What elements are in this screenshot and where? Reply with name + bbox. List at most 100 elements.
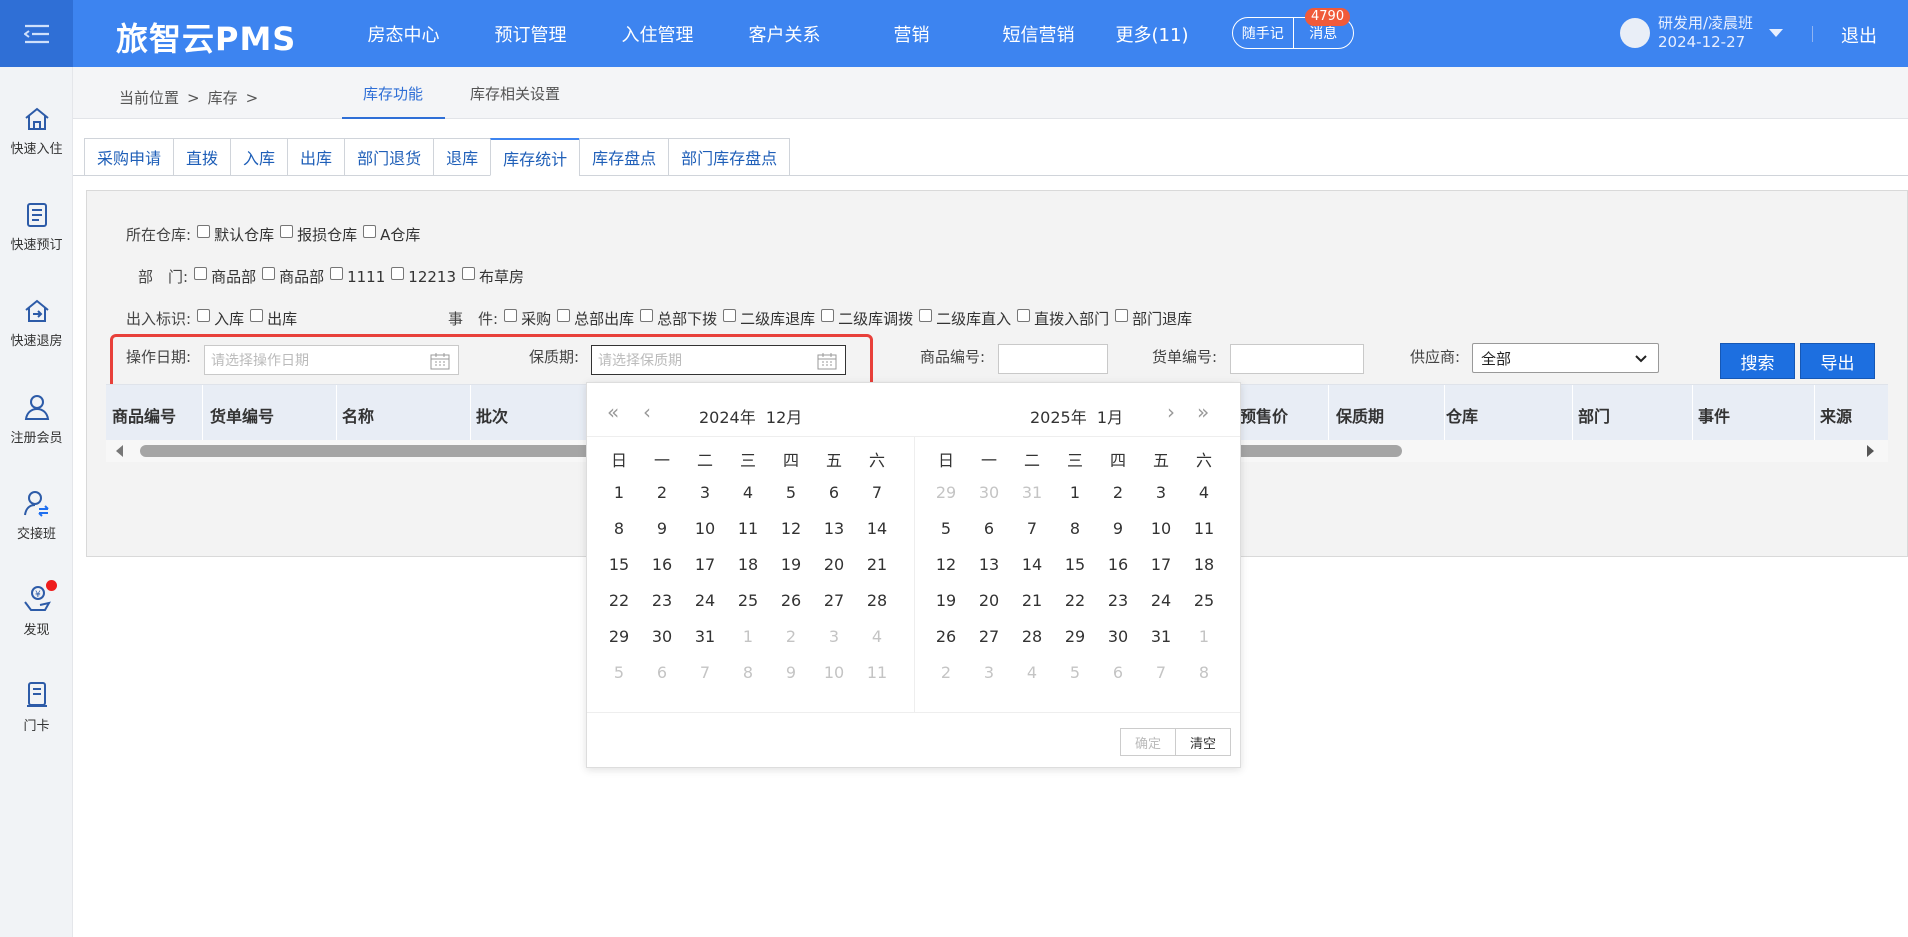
day-cell[interactable]: 13 (816, 519, 852, 538)
day-cell[interactable]: 12 (773, 519, 809, 538)
day-cell[interactable]: 10 (1143, 519, 1179, 538)
day-cell[interactable]: 16 (644, 555, 680, 574)
tab-return-stock[interactable]: 退库 (433, 138, 491, 176)
export-button[interactable]: 导出 (1800, 343, 1875, 379)
day-cell[interactable]: 4 (859, 627, 895, 646)
scroll-left-icon[interactable] (116, 445, 123, 457)
day-cell[interactable]: 15 (1057, 555, 1093, 574)
nav-item[interactable]: 客户关系 (721, 21, 848, 47)
day-cell[interactable]: 29 (601, 627, 637, 646)
day-cell[interactable]: 31 (1143, 627, 1179, 646)
day-cell[interactable]: 29 (928, 483, 964, 502)
day-cell[interactable]: 9 (773, 663, 809, 682)
nav-item[interactable]: 入住管理 (594, 21, 721, 47)
tab-stock-in[interactable]: 入库 (230, 138, 288, 176)
tab-stock-out[interactable]: 出库 (287, 138, 345, 176)
event-checkbox[interactable] (919, 309, 933, 322)
day-cell[interactable]: 6 (971, 519, 1007, 538)
day-cell[interactable]: 21 (1014, 591, 1050, 610)
nav-item[interactable]: 预订管理 (467, 21, 594, 47)
logout-button[interactable]: 退出 (1841, 22, 1877, 48)
day-cell[interactable]: 9 (644, 519, 680, 538)
left-month[interactable]: 12月 (766, 408, 802, 427)
day-cell[interactable]: 19 (773, 555, 809, 574)
search-button[interactable]: 搜索 (1720, 343, 1795, 379)
tab-inventory-settings[interactable]: 库存相关设置 (470, 83, 560, 104)
sidebar-item-handover[interactable]: 交接班 (0, 488, 73, 542)
day-cell[interactable]: 23 (644, 591, 680, 610)
clear-button[interactable]: 清空 (1175, 728, 1231, 756)
day-cell[interactable]: 31 (1014, 483, 1050, 502)
event-checkbox[interactable] (723, 309, 737, 322)
day-cell[interactable]: 7 (1014, 519, 1050, 538)
day-cell[interactable]: 22 (1057, 591, 1093, 610)
day-cell[interactable]: 31 (687, 627, 723, 646)
department-checkbox[interactable] (462, 267, 475, 280)
product-code-input[interactable] (998, 344, 1108, 374)
day-cell[interactable]: 3 (971, 663, 1007, 682)
day-cell[interactable]: 5 (773, 483, 809, 502)
tab-inventory-statistics[interactable]: 库存统计 (490, 138, 580, 176)
day-cell[interactable]: 10 (687, 519, 723, 538)
tab-department-inventory-count[interactable]: 部门库存盘点 (668, 138, 791, 176)
day-cell[interactable]: 30 (971, 483, 1007, 502)
day-cell[interactable]: 8 (730, 663, 766, 682)
scroll-right-icon[interactable] (1867, 445, 1874, 457)
day-cell[interactable]: 26 (928, 627, 964, 646)
day-cell[interactable]: 2 (773, 627, 809, 646)
day-cell[interactable]: 15 (601, 555, 637, 574)
day-cell[interactable]: 24 (687, 591, 723, 610)
day-cell[interactable]: 20 (816, 555, 852, 574)
day-cell[interactable]: 26 (773, 591, 809, 610)
day-cell[interactable]: 14 (1014, 555, 1050, 574)
column-header[interactable]: 仓库 (1446, 403, 1478, 427)
day-cell[interactable]: 25 (730, 591, 766, 610)
prev-year-icon[interactable]: « (607, 402, 619, 422)
department-checkbox[interactable] (262, 267, 276, 280)
department-checkbox[interactable] (194, 267, 208, 280)
day-cell[interactable]: 7 (1143, 663, 1179, 682)
nav-item[interactable]: 营销 (848, 21, 975, 47)
day-cell[interactable]: 21 (859, 555, 895, 574)
column-header[interactable]: 事件 (1698, 403, 1730, 427)
day-cell[interactable]: 5 (601, 663, 637, 682)
event-checkbox[interactable] (640, 309, 654, 322)
nav-item[interactable]: 更多(11) (1102, 21, 1202, 47)
day-cell[interactable]: 2 (928, 663, 964, 682)
nav-item[interactable]: 房态中心 (340, 21, 467, 47)
tab-direct-transfer[interactable]: 直拨 (173, 138, 231, 176)
day-cell[interactable]: 5 (1057, 663, 1093, 682)
day-cell[interactable]: 28 (1014, 627, 1050, 646)
menu-toggle-icon[interactable] (0, 0, 73, 67)
day-cell[interactable]: 10 (816, 663, 852, 682)
day-cell[interactable]: 30 (1100, 627, 1136, 646)
sidebar-item-quick-booking[interactable]: 快速预订 (0, 201, 73, 253)
day-cell[interactable]: 2 (644, 483, 680, 502)
tab-inventory-count[interactable]: 库存盘点 (579, 138, 669, 176)
tab-department-return[interactable]: 部门退货 (344, 138, 434, 176)
event-checkbox[interactable] (557, 309, 571, 322)
breadcrumb-section[interactable]: 库存 (208, 89, 238, 107)
day-cell[interactable]: 3 (816, 627, 852, 646)
tab-inventory-functions[interactable]: 库存功能 (363, 83, 423, 104)
day-cell[interactable]: 4 (730, 483, 766, 502)
chevron-down-icon[interactable] (1769, 29, 1784, 37)
event-checkbox[interactable] (1017, 309, 1031, 322)
department-checkbox[interactable] (330, 267, 344, 280)
day-cell[interactable]: 5 (928, 519, 964, 538)
warehouse-checkbox-damage[interactable] (280, 225, 294, 238)
column-header[interactable]: 保质期 (1336, 403, 1384, 427)
day-cell[interactable]: 28 (859, 591, 895, 610)
io-checkbox-in[interactable] (197, 309, 211, 322)
sidebar-item-discover[interactable]: ¥ 发现 (0, 580, 73, 638)
day-cell[interactable]: 30 (644, 627, 680, 646)
day-cell[interactable]: 1 (1186, 627, 1222, 646)
warehouse-checkbox-default[interactable] (197, 225, 211, 238)
event-checkbox[interactable] (821, 309, 835, 322)
day-cell[interactable]: 14 (859, 519, 895, 538)
day-cell[interactable]: 13 (971, 555, 1007, 574)
notes-button[interactable]: 随手记 (1233, 23, 1293, 43)
day-cell[interactable]: 8 (1186, 663, 1222, 682)
day-cell[interactable]: 1 (730, 627, 766, 646)
day-cell[interactable]: 4 (1186, 483, 1222, 502)
